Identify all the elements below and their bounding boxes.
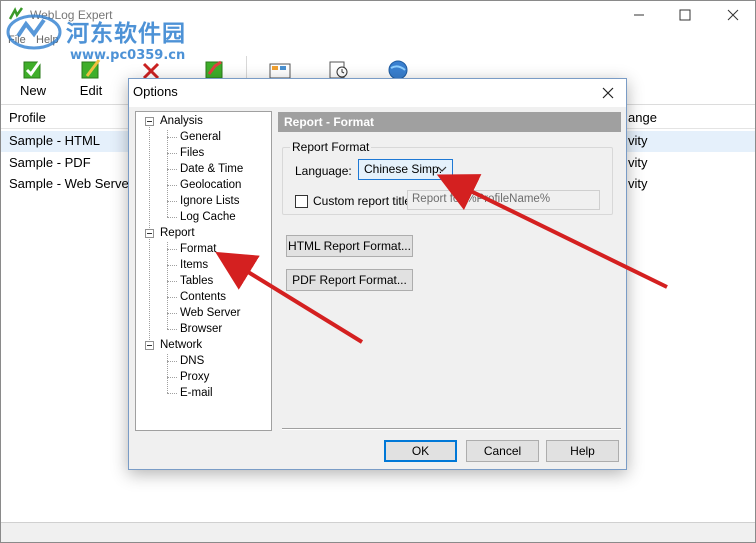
tree-connector bbox=[167, 377, 177, 378]
profile-range: vity bbox=[628, 176, 648, 191]
dialog-close-button[interactable] bbox=[596, 81, 620, 105]
edit-button[interactable]: Edit bbox=[66, 54, 116, 102]
watermark-logo-icon bbox=[4, 10, 64, 55]
profile-name: Sample - Web Serve bbox=[9, 176, 129, 191]
tree-item-geolocation[interactable]: Geolocation bbox=[180, 178, 241, 192]
watermark-text: 河东软件园 bbox=[66, 21, 186, 47]
tree-item-ignore-lists[interactable]: Ignore Lists bbox=[180, 194, 239, 208]
tree-item-browser[interactable]: Browser bbox=[180, 322, 222, 336]
analyze-icon bbox=[205, 60, 223, 79]
tree-connector bbox=[167, 297, 177, 298]
tree-item-network[interactable]: Network bbox=[160, 338, 202, 352]
tree-item-contents[interactable]: Contents bbox=[180, 290, 226, 304]
tree-connector bbox=[167, 354, 168, 393]
custom-title-input[interactable]: Report for %ProfileName% bbox=[407, 190, 600, 210]
web-icon bbox=[388, 60, 408, 80]
tree-connector bbox=[167, 185, 177, 186]
tree-connector bbox=[167, 130, 168, 217]
new-button-label: New bbox=[19, 83, 46, 98]
edit-profile-icon bbox=[81, 59, 101, 79]
tree-item-dns[interactable]: DNS bbox=[180, 354, 204, 368]
collapse-toggle-icon[interactable] bbox=[145, 341, 154, 350]
tree-connector bbox=[167, 169, 177, 170]
edit-button-label: Edit bbox=[79, 83, 103, 98]
options-dialog: Options Analysis General Files Date & Ti… bbox=[128, 78, 627, 470]
close-window-button[interactable] bbox=[710, 0, 756, 30]
tree-connector bbox=[167, 217, 177, 218]
chevron-down-icon bbox=[437, 166, 447, 172]
delete-profile-icon bbox=[142, 62, 160, 80]
tree-item-items[interactable]: Items bbox=[180, 258, 208, 272]
html-report-format-button[interactable]: HTML Report Format... bbox=[286, 235, 413, 257]
dialog-titlebar: Options bbox=[129, 79, 626, 107]
tree-item-log-cache[interactable]: Log Cache bbox=[180, 210, 236, 224]
tree-connector bbox=[167, 153, 177, 154]
pdf-report-format-button[interactable]: PDF Report Format... bbox=[286, 269, 413, 291]
collapse-toggle-icon[interactable] bbox=[145, 117, 154, 126]
cancel-button[interactable]: Cancel bbox=[466, 440, 539, 462]
tree-connector bbox=[167, 201, 177, 202]
tree-connector bbox=[167, 249, 177, 250]
dialog-separator bbox=[282, 428, 621, 430]
ok-button[interactable]: OK bbox=[384, 440, 457, 462]
tree-item-tables[interactable]: Tables bbox=[180, 274, 213, 288]
new-profile-icon bbox=[23, 59, 43, 79]
tree-connector bbox=[167, 313, 177, 314]
profile-name: Sample - PDF bbox=[9, 155, 91, 170]
new-button[interactable]: New bbox=[8, 54, 58, 102]
statusbar bbox=[0, 522, 756, 543]
tree-item-report[interactable]: Report bbox=[160, 226, 195, 240]
dialog-title: Options bbox=[133, 84, 178, 99]
options-tree: Analysis General Files Date & Time Geolo… bbox=[135, 111, 272, 431]
tree-connector bbox=[167, 329, 177, 330]
tree-item-web-server[interactable]: Web Server bbox=[180, 306, 241, 320]
profile-range: vity bbox=[628, 133, 648, 148]
tree-connector bbox=[167, 281, 177, 282]
tree-connector bbox=[167, 137, 177, 138]
tree-item-email[interactable]: E-mail bbox=[180, 386, 213, 400]
tree-item-analysis[interactable]: Analysis bbox=[160, 114, 203, 128]
custom-title-checkbox[interactable] bbox=[295, 195, 308, 208]
tree-item-format[interactable]: Format bbox=[180, 242, 216, 256]
tree-connector bbox=[167, 361, 177, 362]
tree-item-proxy[interactable]: Proxy bbox=[180, 370, 209, 384]
language-select[interactable]: Chinese Simp. bbox=[358, 159, 453, 180]
section-header: Report - Format bbox=[278, 112, 621, 132]
tree-connector bbox=[167, 242, 168, 329]
tree-connector bbox=[167, 393, 177, 394]
tree-item-files[interactable]: Files bbox=[180, 146, 204, 160]
collapse-toggle-icon[interactable] bbox=[145, 229, 154, 238]
tree-item-date-time[interactable]: Date & Time bbox=[180, 162, 243, 176]
profile-name: Sample - HTML bbox=[9, 133, 101, 148]
tree-item-general[interactable]: General bbox=[180, 130, 221, 144]
language-value: Chinese Simp. bbox=[364, 162, 443, 176]
column-header-profile[interactable]: Profile bbox=[9, 110, 46, 125]
group-caption: Report Format bbox=[290, 140, 372, 154]
language-label: Language: bbox=[295, 164, 352, 178]
maximize-button[interactable] bbox=[662, 0, 708, 30]
schedule-icon bbox=[329, 61, 348, 79]
profile-range: vity bbox=[628, 155, 648, 170]
report-format-group: Report Format Language: Chinese Simp. Cu… bbox=[282, 140, 613, 215]
tree-connector bbox=[167, 265, 177, 266]
close-icon bbox=[602, 87, 614, 99]
custom-title-label: Custom report title: bbox=[313, 194, 415, 208]
help-button[interactable]: Help bbox=[546, 440, 619, 462]
report-icon bbox=[269, 63, 291, 79]
column-header-range[interactable]: ange bbox=[628, 110, 657, 125]
minimize-button[interactable] bbox=[616, 0, 662, 30]
